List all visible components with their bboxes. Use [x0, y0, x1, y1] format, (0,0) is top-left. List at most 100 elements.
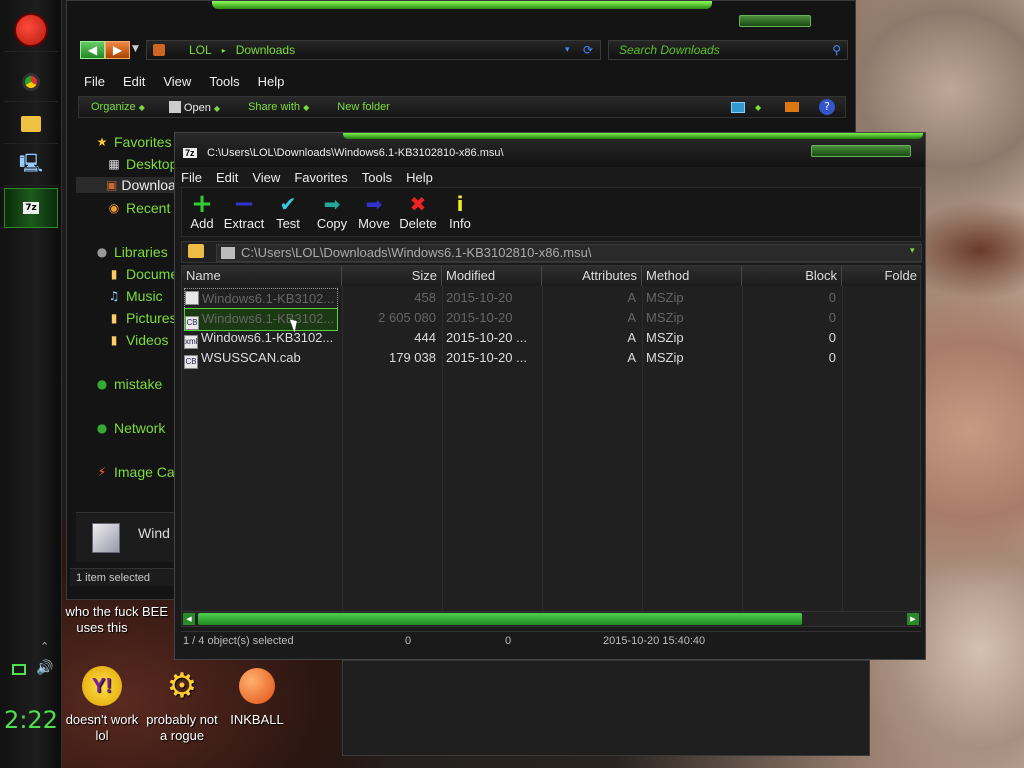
nav-homegroup[interactable]: ● mistake: [94, 376, 162, 392]
nav-documents[interactable]: ▮ Docume: [106, 266, 178, 282]
desktop-icon-rogue[interactable]: ⚙ probably not a rogue: [144, 662, 220, 744]
info-button[interactable]: i Info: [438, 192, 482, 231]
nav-pictures-label: Pictures: [126, 310, 177, 326]
volume-icon[interactable]: 🔊: [36, 660, 53, 676]
desktop-icon-who[interactable]: who the fuck uses this: [62, 604, 142, 636]
address-root[interactable]: LOL: [189, 43, 212, 57]
col-modified[interactable]: Modified: [442, 266, 542, 286]
desktop-icon-label: BEE: [142, 604, 169, 619]
address-separator-icon[interactable]: ▸: [222, 46, 226, 55]
path-dropdown-icon[interactable]: ▾: [910, 246, 915, 256]
row-attr: A: [627, 350, 636, 365]
nav-pictures[interactable]: ▮ Pictures: [106, 310, 177, 326]
delete-button[interactable]: ✖ Delete: [396, 192, 440, 231]
start-button[interactable]: [4, 8, 58, 52]
explorer-window-controls[interactable]: [739, 15, 811, 27]
recent-pages-chevron-icon[interactable]: ▼: [132, 44, 139, 54]
horizontal-scrollbar[interactable]: ◀ ▶: [181, 611, 921, 627]
taskbar-7zip[interactable]: 7z: [4, 188, 58, 228]
scroll-left-icon[interactable]: ◀: [183, 613, 195, 625]
col-method[interactable]: Method: [642, 266, 742, 286]
up-folder-icon[interactable]: [188, 244, 204, 258]
share-with-button[interactable]: Share with ◆: [248, 101, 309, 113]
menu-file[interactable]: File: [181, 170, 202, 185]
move-button[interactable]: ➡ Move: [352, 192, 396, 231]
row-block: 0: [828, 290, 836, 305]
scrollbar-thumb[interactable]: [198, 613, 802, 625]
col-name[interactable]: Name: [182, 266, 342, 286]
delete-label: Delete: [399, 216, 437, 231]
nav-desktop[interactable]: ▦ Desktop: [106, 156, 177, 172]
taskbar-explorer[interactable]: [4, 104, 58, 144]
organize-button[interactable]: Organize ◆: [91, 101, 145, 113]
address-dropdown-icon[interactable]: ▾: [565, 45, 570, 55]
nav-music[interactable]: ♫ Music: [106, 288, 163, 304]
pictures-icon: ▮: [110, 311, 118, 325]
new-folder-button[interactable]: New folder: [337, 101, 390, 113]
explorer-title-accent: [212, 1, 712, 9]
nav-image-capture[interactable]: ⚡ Image Ca: [94, 464, 175, 480]
search-box[interactable]: Search Downloads ⚲: [608, 40, 848, 60]
table-row[interactable]: xml Windows6.1-KB3102... 444 2015-10-20 .…: [182, 328, 920, 349]
7zip-title-bar[interactable]: 7z C:\Users\LOL\Downloads\Windows6.1-KB3…: [175, 133, 925, 167]
table-row[interactable]: Windows6.1-KB3102... 458 2015-10-20 A MS…: [182, 288, 920, 310]
back-forward-buttons[interactable]: ◀ ▶: [80, 41, 130, 59]
nav-downloads[interactable]: ▣ Downloa: [76, 177, 176, 193]
search-input[interactable]: Search Downloads: [619, 43, 720, 57]
network-icon: ●: [96, 421, 108, 435]
add-button[interactable]: + Add: [180, 189, 224, 231]
desktop-icon-yahoo[interactable]: Y! doesn't work lol: [64, 662, 140, 744]
nav-image-capture-label: Image Ca: [114, 464, 175, 480]
menu-help[interactable]: Help: [406, 170, 433, 185]
downloads-icon: ▣: [106, 178, 118, 192]
scroll-right-icon[interactable]: ▶: [907, 613, 919, 625]
menu-tools[interactable]: Tools: [362, 170, 392, 185]
nav-libraries[interactable]: ● Libraries: [94, 244, 168, 260]
desktop-icon-bee[interactable]: BEE: [142, 604, 174, 620]
taskbar-chrome[interactable]: [4, 62, 58, 102]
nav-recent[interactable]: ◉ Recent: [106, 200, 171, 216]
table-row[interactable]: CB WSUSSCAN.cab 179 038 2015-10-20 ... A …: [182, 348, 920, 369]
open-button[interactable]: Open ◆: [168, 100, 220, 114]
help-icon[interactable]: ?: [819, 99, 835, 115]
desktop-icon-inkball[interactable]: INKBALL: [226, 662, 288, 728]
col-attributes[interactable]: Attributes: [542, 266, 642, 286]
view-dropdown-icon[interactable]: ◆: [755, 103, 761, 112]
back-icon[interactable]: ◀: [80, 41, 105, 59]
details-file-name: Wind: [138, 525, 170, 541]
preview-pane-icon[interactable]: [785, 102, 799, 112]
col-size[interactable]: Size: [342, 266, 442, 286]
view-options-icon[interactable]: [731, 101, 745, 113]
col-folder[interactable]: Folde: [842, 266, 920, 286]
nav-recent-label: Recent: [126, 200, 171, 216]
row-size: 444: [414, 330, 436, 345]
menu-edit[interactable]: Edit: [123, 74, 145, 89]
col-block[interactable]: Block: [742, 266, 842, 286]
menu-file[interactable]: File: [84, 74, 105, 89]
test-button[interactable]: ✔ Test: [266, 192, 310, 231]
7zip-window-controls[interactable]: [811, 145, 911, 157]
extract-button[interactable]: − Extract: [222, 191, 266, 231]
taskbar-network-app[interactable]: 🖳: [4, 146, 58, 186]
show-hidden-icons-icon[interactable]: ⌃: [40, 640, 49, 653]
menu-view[interactable]: View: [252, 170, 280, 185]
address-folder[interactable]: Downloads: [236, 43, 295, 57]
refresh-icon[interactable]: ⟳: [583, 43, 593, 57]
menu-tools[interactable]: Tools: [209, 74, 239, 89]
nav-network[interactable]: ● Network: [94, 420, 166, 436]
explorer-address-bar[interactable]: LOL ▸ Downloads ▾ ⟳: [146, 40, 601, 60]
menu-edit[interactable]: Edit: [216, 170, 238, 185]
copy-button[interactable]: ➡ Copy: [310, 192, 354, 231]
display-tray-icon[interactable]: [12, 664, 26, 675]
menu-help[interactable]: Help: [258, 74, 285, 89]
nav-videos[interactable]: ▮ Videos: [106, 332, 169, 348]
menu-favorites[interactable]: Favorites: [294, 170, 347, 185]
plus-icon: +: [191, 189, 213, 219]
7zip-path-input[interactable]: C:\Users\LOL\Downloads\Windows6.1-KB3102…: [216, 244, 922, 262]
forward-icon[interactable]: ▶: [105, 41, 130, 59]
nav-favorites[interactable]: ★ Favorites: [94, 134, 172, 150]
status-size: 0: [405, 635, 412, 647]
menu-view[interactable]: View: [163, 74, 191, 89]
clock[interactable]: 2:22: [0, 706, 62, 734]
search-icon[interactable]: ⚲: [832, 43, 841, 57]
